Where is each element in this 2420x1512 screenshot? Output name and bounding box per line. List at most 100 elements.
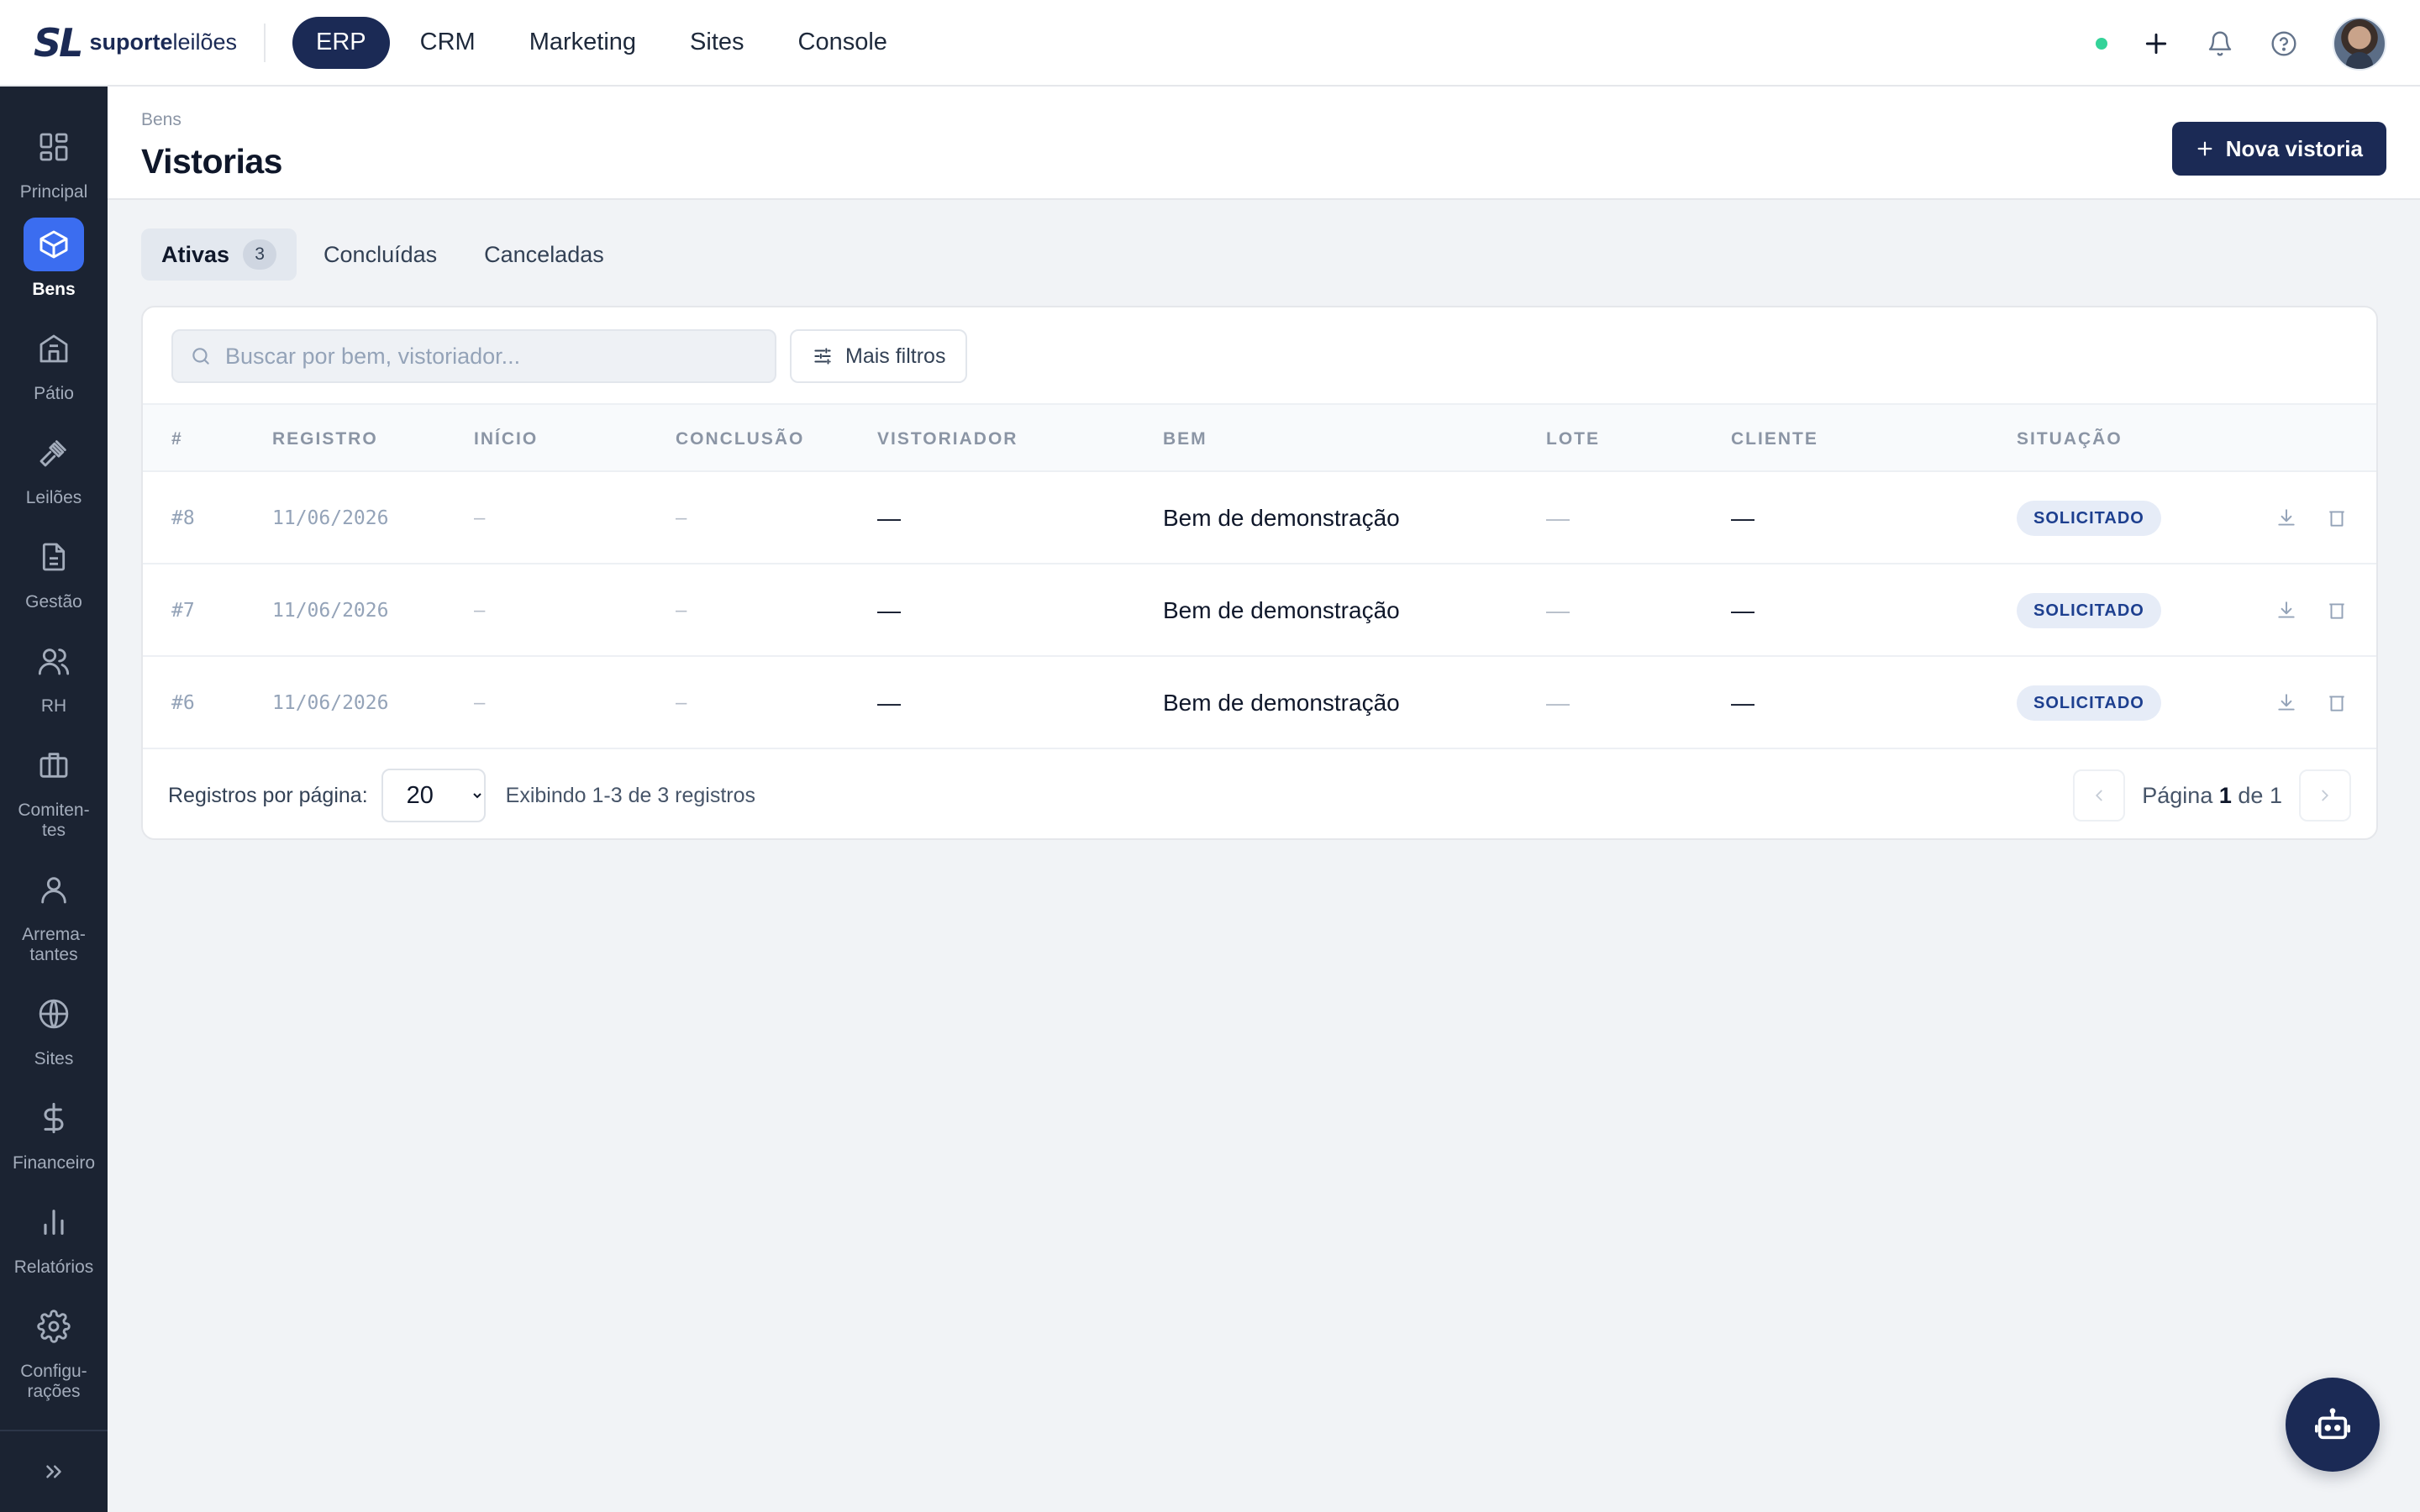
- sidebar-item-comitentes[interactable]: Comiten-tes: [0, 738, 108, 841]
- cell-conclusao: –: [676, 507, 687, 529]
- table-row[interactable]: #6 11/06/2026 – – — Bem de demonstração …: [143, 657, 2376, 749]
- sidebar-item-configuracoes[interactable]: Configu-rações: [0, 1299, 108, 1402]
- tab-count-badge: 3: [243, 239, 277, 270]
- sidebar-item-label: RH: [40, 696, 67, 716]
- sidebar: Principal Bens Pátio Leilões Gestão RH C…: [0, 87, 108, 1512]
- sidebar-item-patio[interactable]: Pátio: [0, 322, 108, 404]
- cell-inicio: –: [474, 691, 486, 714]
- new-vistoria-button[interactable]: Nova vistoria: [2171, 122, 2386, 176]
- table-header: # REGISTRO INÍCIO CONCLUSÃO VISTORIADOR …: [143, 403, 2376, 472]
- sliders-icon: [814, 348, 831, 365]
- col-situacao[interactable]: SITUAÇÃO: [2017, 405, 2123, 474]
- col-conclusao[interactable]: CONCLUSÃO: [676, 405, 804, 474]
- cell-lote: —: [1546, 690, 1570, 716]
- briefcase-icon: [39, 753, 68, 778]
- brand-name: suporteleilões: [89, 29, 238, 55]
- download-icon[interactable]: [2275, 507, 2297, 529]
- download-icon[interactable]: [2275, 692, 2297, 714]
- plus-icon: [2197, 141, 2212, 156]
- cell-inicio: –: [474, 599, 486, 622]
- sidebar-item-leiloes[interactable]: Leilões: [0, 426, 108, 508]
- download-icon[interactable]: [2275, 600, 2297, 622]
- cell-cliente: —: [1731, 690, 1754, 716]
- search-input[interactable]: [225, 343, 746, 370]
- sidebar-item-bens[interactable]: Bens: [0, 218, 108, 300]
- sidebar-expand-button[interactable]: [0, 1430, 108, 1512]
- help-icon[interactable]: [2269, 29, 2299, 59]
- gavel-icon: [39, 440, 66, 467]
- page-indicator: Página 1 de 1: [2142, 782, 2282, 808]
- col-lote[interactable]: LOTE: [1546, 405, 1600, 474]
- brand-mark: SL: [34, 19, 83, 66]
- row-actions: [2275, 564, 2348, 657]
- sidebar-item-label: Pátio: [34, 384, 74, 403]
- cell-situacao: SOLICITADO: [2017, 472, 2161, 564]
- row-actions: [2275, 472, 2348, 564]
- sidebar-item-arrematantes[interactable]: Arrema-tantes: [0, 863, 108, 965]
- topnav-erp[interactable]: ERP: [292, 16, 390, 69]
- bell-icon[interactable]: [2205, 29, 2235, 59]
- cell-lote: —: [1546, 505, 1570, 531]
- sidebar-item-relatorios[interactable]: Relatórios: [0, 1195, 108, 1278]
- cell-cliente: —: [1731, 597, 1754, 623]
- table-row[interactable]: #7 11/06/2026 – – — Bem de demonstração …: [143, 564, 2376, 657]
- tab-canceladas[interactable]: Canceladas: [464, 228, 624, 281]
- users-icon: [38, 648, 70, 675]
- col-registro[interactable]: REGISTRO: [272, 405, 378, 474]
- brand-divider: [264, 23, 266, 62]
- col-bem[interactable]: BEM: [1163, 405, 1207, 474]
- cell-vistoriador: —: [877, 505, 901, 531]
- trash-icon[interactable]: [2326, 600, 2348, 622]
- col-id[interactable]: #: [171, 405, 183, 474]
- per-page-select[interactable]: 20: [381, 769, 486, 822]
- records-range-text: Exibindo 1-3 de 3 registros: [505, 783, 756, 807]
- cell-situacao: SOLICITADO: [2017, 657, 2161, 749]
- topnav-crm[interactable]: CRM: [397, 17, 499, 69]
- chevron-left-icon: [2096, 790, 2102, 801]
- col-vistoriador[interactable]: VISTORIADOR: [877, 405, 1018, 474]
- brand-logo[interactable]: SL suporteleilões: [34, 0, 237, 86]
- next-page-button[interactable]: [2299, 769, 2351, 822]
- cell-bem[interactable]: Bem de demonstração: [1163, 657, 1400, 749]
- col-inicio[interactable]: INÍCIO: [474, 405, 538, 474]
- online-status-dot: [2096, 37, 2107, 50]
- user-avatar[interactable]: [2333, 16, 2386, 71]
- sidebar-item-rh[interactable]: RH: [0, 634, 108, 717]
- more-filters-label: Mais filtros: [845, 344, 946, 368]
- sidebar-item-sites[interactable]: Sites: [0, 987, 108, 1069]
- table-row[interactable]: #8 11/06/2026 – – — Bem de demonstração …: [143, 472, 2376, 564]
- prev-page-button[interactable]: [2073, 769, 2126, 822]
- topnav-sites[interactable]: Sites: [666, 17, 767, 69]
- chevron-right-icon: [2322, 790, 2329, 801]
- more-filters-button[interactable]: Mais filtros: [790, 329, 968, 383]
- col-cliente[interactable]: CLIENTE: [1731, 405, 1818, 474]
- tab-concluidas[interactable]: Concluídas: [303, 228, 457, 281]
- cell-bem[interactable]: Bem de demonstração: [1163, 564, 1400, 657]
- tab-ativas[interactable]: Ativas 3: [141, 228, 297, 281]
- assistant-bot-button[interactable]: [2286, 1378, 2380, 1472]
- trash-icon[interactable]: [2326, 507, 2348, 529]
- status-tabs: Ativas 3 Concluídas Canceladas: [141, 228, 624, 281]
- cell-cliente: —: [1731, 505, 1754, 531]
- sidebar-item-financeiro[interactable]: Financeiro: [0, 1091, 108, 1173]
- cell-bem[interactable]: Bem de demonstração: [1163, 472, 1400, 564]
- chevrons-right-icon: [46, 1465, 61, 1478]
- top-nav: ERP CRM Marketing Sites Console: [292, 16, 911, 69]
- page-title: Vistorias: [141, 142, 282, 181]
- new-vistoria-label: Nova vistoria: [2225, 135, 2363, 161]
- plus-icon[interactable]: [2141, 29, 2171, 59]
- sidebar-item-label: Configu-rações: [20, 1362, 87, 1401]
- sidebar-item-principal[interactable]: Principal: [0, 120, 108, 202]
- trash-icon[interactable]: [2326, 692, 2348, 714]
- sidebar-item-gestao[interactable]: Gestão: [0, 530, 108, 612]
- topnav-console[interactable]: Console: [775, 17, 911, 69]
- cell-registro: 11/06/2026: [272, 692, 389, 714]
- cell-id: #6: [171, 692, 195, 714]
- per-page-label: Registros por página:: [168, 783, 368, 807]
- sidebar-item-label: Relatórios: [13, 1257, 94, 1277]
- topnav-marketing[interactable]: Marketing: [506, 17, 660, 69]
- table-footer: Registros por página: 20 Exibindo 1-3 de…: [143, 751, 2376, 838]
- sidebar-item-label: Gestão: [25, 592, 82, 612]
- robot-icon: [2315, 1408, 2350, 1440]
- breadcrumb[interactable]: Bens: [141, 110, 182, 130]
